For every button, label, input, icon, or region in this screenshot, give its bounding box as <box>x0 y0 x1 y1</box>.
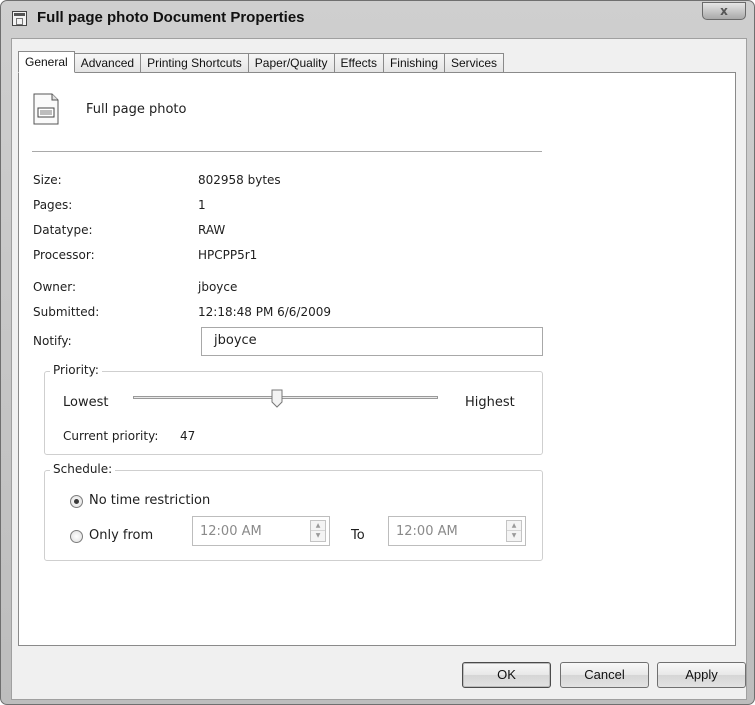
priority-lowest-label: Lowest <box>63 395 109 410</box>
from-time-spinner[interactable]: ▲ ▼ <box>310 520 326 542</box>
pages-label: Pages: <box>33 198 73 212</box>
tab-strip: General Advanced Printing Shortcuts Pape… <box>18 51 505 73</box>
printer-document-icon <box>12 11 27 26</box>
priority-slider-thumb[interactable] <box>271 389 283 408</box>
current-priority-value: 47 <box>180 429 196 443</box>
spin-down-icon[interactable]: ▼ <box>507 531 521 541</box>
tab-paper-quality[interactable]: Paper/Quality <box>247 53 334 73</box>
pages-value: 1 <box>198 198 206 212</box>
spin-up-icon[interactable]: ▲ <box>507 521 521 531</box>
current-priority-label: Current priority: <box>63 429 159 443</box>
to-time-spinner[interactable]: ▲ ▼ <box>506 520 522 542</box>
tab-printing-shortcuts[interactable]: Printing Shortcuts <box>140 53 248 73</box>
apply-button[interactable]: Apply <box>657 662 746 688</box>
owner-value: jboyce <box>198 280 238 294</box>
datatype-value: RAW <box>198 223 226 237</box>
priority-slider-track[interactable] <box>133 396 438 399</box>
datatype-label: Datatype: <box>33 223 93 237</box>
tab-general[interactable]: General <box>18 51 75 73</box>
no-time-restriction-radio[interactable] <box>70 495 83 508</box>
only-from-radio[interactable] <box>70 530 83 543</box>
priority-group-label: Priority: <box>50 363 102 377</box>
close-button[interactable]: x <box>702 2 746 20</box>
schedule-group-label: Schedule: <box>50 462 116 476</box>
tab-finishing[interactable]: Finishing <box>382 53 444 73</box>
submitted-label: Submitted: <box>33 305 100 319</box>
no-time-restriction-label[interactable]: No time restriction <box>89 493 210 508</box>
from-time-value: 12:00 AM <box>200 524 262 539</box>
tab-services[interactable]: Services <box>444 53 505 73</box>
to-label: To <box>351 528 365 543</box>
tab-advanced[interactable]: Advanced <box>74 53 141 73</box>
size-value: 802958 bytes <box>198 173 281 187</box>
processor-value: HPCPP5r1 <box>198 248 258 262</box>
notify-input[interactable]: jboyce <box>201 327 543 356</box>
only-from-label[interactable]: Only from <box>89 528 153 543</box>
spin-up-icon[interactable]: ▲ <box>311 521 325 531</box>
to-time-input[interactable]: 12:00 AM ▲ ▼ <box>388 516 526 546</box>
separator <box>32 151 542 152</box>
submitted-value: 12:18:48 PM 6/6/2009 <box>198 305 332 319</box>
cancel-button[interactable]: Cancel <box>560 662 649 688</box>
to-time-value: 12:00 AM <box>396 524 458 539</box>
document-icon <box>33 93 59 125</box>
from-time-input[interactable]: 12:00 AM ▲ ▼ <box>192 516 330 546</box>
tab-effects[interactable]: Effects <box>333 53 383 73</box>
ok-button[interactable]: OK <box>462 662 551 688</box>
notify-label: Notify: <box>33 334 72 348</box>
processor-label: Processor: <box>33 248 95 262</box>
size-label: Size: <box>33 173 62 187</box>
document-name: Full page photo <box>86 102 187 117</box>
owner-label: Owner: <box>33 280 77 294</box>
window-title: Full page photo Document Properties <box>37 9 305 26</box>
title-bar: Full page photo Document Properties x <box>1 1 754 37</box>
priority-highest-label: Highest <box>465 395 515 410</box>
spin-down-icon[interactable]: ▼ <box>311 531 325 541</box>
